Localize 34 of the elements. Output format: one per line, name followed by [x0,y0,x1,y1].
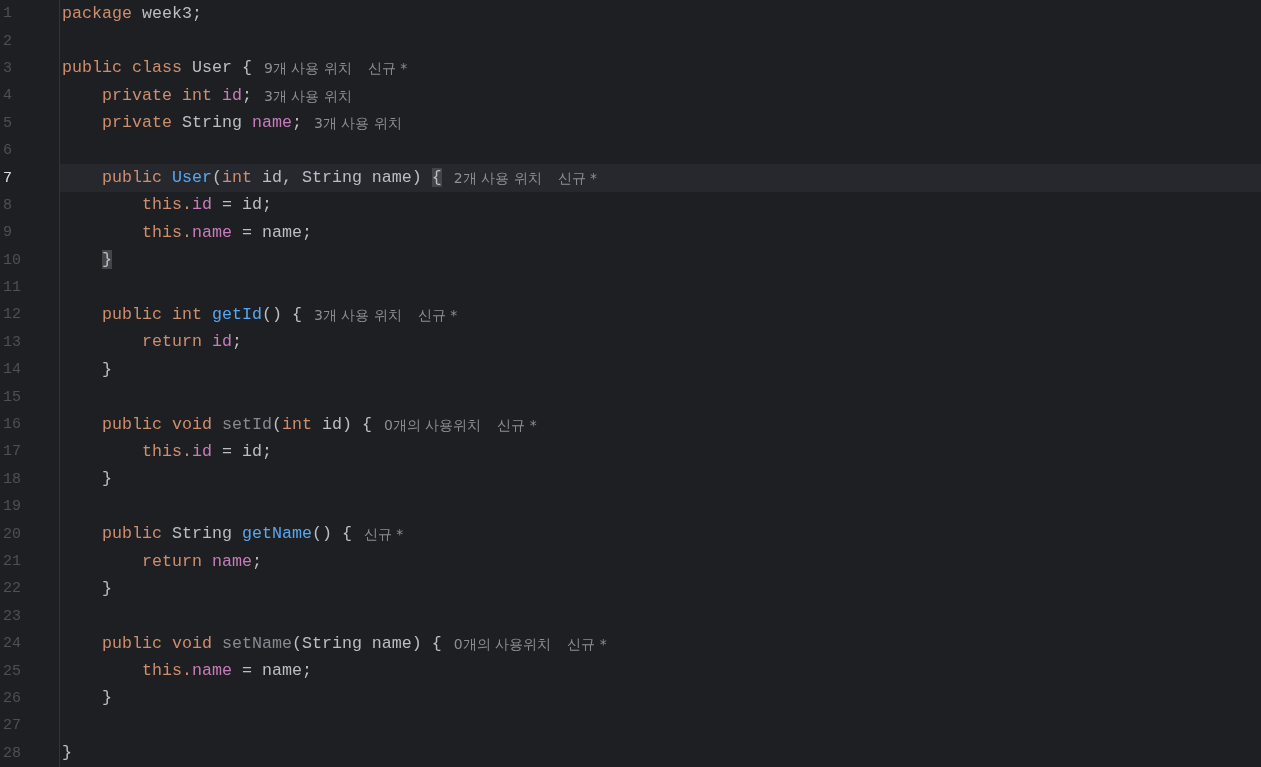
code-line: this.id = id; [140,195,272,216]
code-line: public void setId(int id) { [100,414,372,435]
code-line: private String name; [100,113,302,134]
code-line: this.name = name; [140,661,312,682]
inlay-hint[interactable]: 0개의 사용위치 [453,636,552,651]
code-line: } [100,469,112,490]
inlay-hint[interactable]: 3개 사용 위치 [263,88,352,103]
code-line: public class User { [62,58,252,79]
code-line: public String getName() { [100,524,352,545]
code-line: return name; [140,551,262,572]
inlay-hint[interactable]: 9개 사용 위치 [263,61,352,76]
code-line: } [100,688,112,709]
inlay-hint[interactable]: 신규 * [417,308,458,322]
code-line: this.id = id; [140,441,272,462]
inlay-hint[interactable]: 신규 * [497,417,537,432]
inlay-hint[interactable]: 0개의 사용위치 [383,417,482,432]
inlay-hint[interactable]: 신규 * [367,61,408,76]
inlay-hint[interactable]: 신규 * [363,527,404,542]
code-line: } [62,743,72,764]
code-line: public int getId() { [100,305,302,325]
inlay-hint[interactable]: 3개 사용 위치 [313,308,402,322]
code-line: } [100,359,112,380]
inlay-hint[interactable]: 2개 사용 위치 [453,171,542,186]
code-line: public User(int id, String name) { [100,168,442,189]
code-line: private int id; [100,85,252,106]
code-line: return id; [140,332,242,353]
code-line: this.name = name; [140,222,312,243]
code-line: public void setName(String name) { [100,633,442,654]
code-line: package week3; [62,3,202,24]
inlay-hint[interactable]: 신규 * [557,171,598,186]
inlay-hint[interactable]: 신규 * [567,636,607,651]
line-number: 7 [3,170,12,186]
inlay-hint[interactable]: 3개 사용 위치 [313,116,402,131]
code-line: } [100,578,112,599]
